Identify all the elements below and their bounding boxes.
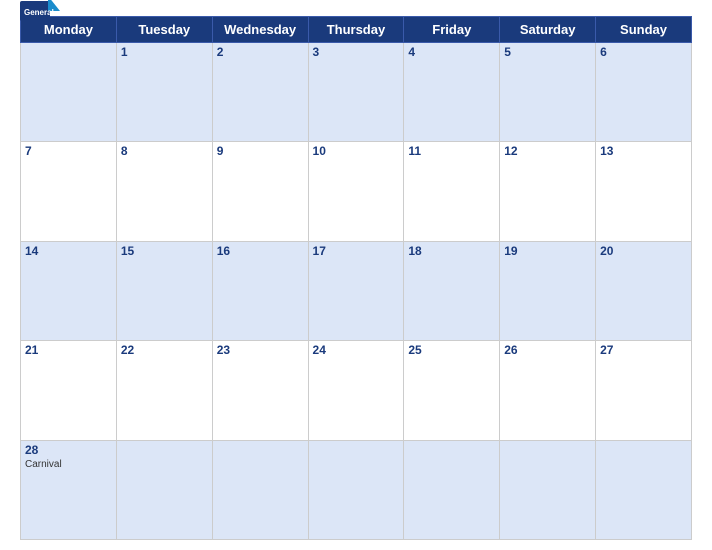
day-number: 11: [408, 144, 495, 158]
calendar-cell: 6: [596, 43, 692, 142]
calendar-cell: 15: [116, 241, 212, 340]
day-number: 17: [313, 244, 400, 258]
day-number: 19: [504, 244, 591, 258]
calendar-week-1: 123456: [21, 43, 692, 142]
calendar-week-2: 789 10 11 12 13: [21, 142, 692, 241]
calendar-cell: 22: [116, 341, 212, 440]
calendar-cell: [212, 440, 308, 539]
day-number: 6: [600, 45, 687, 59]
weekday-header-sunday: Sunday: [596, 17, 692, 43]
calendar-cell: 17: [308, 241, 404, 340]
calendar-cell: 10: [308, 142, 404, 241]
calendar-cell: 13: [596, 142, 692, 241]
day-number: 9: [217, 144, 304, 158]
event-label: Carnival: [25, 459, 112, 470]
day-number: 14: [25, 244, 112, 258]
calendar-cell: 5: [500, 43, 596, 142]
day-number: 22: [121, 343, 208, 357]
calendar-cell: 18: [404, 241, 500, 340]
calendar-cell: 19: [500, 241, 596, 340]
weekday-header-thursday: Thursday: [308, 17, 404, 43]
day-number: 27: [600, 343, 687, 357]
calendar-cell: 2: [212, 43, 308, 142]
day-number: 10: [313, 144, 400, 158]
calendar-cell: [21, 43, 117, 142]
calendar-cell: 8: [116, 142, 212, 241]
calendar-week-4: 21 22 23 24 25 26 27: [21, 341, 692, 440]
logo: General: [20, 0, 56, 24]
day-number: 13: [600, 144, 687, 158]
calendar-week-5: 28 Carnival: [21, 440, 692, 539]
calendar-cell: 9: [212, 142, 308, 241]
calendar-cell: [308, 440, 404, 539]
day-number: 5: [504, 45, 591, 59]
calendar-header-row: MondayTuesdayWednesdayThursdayFridaySatu…: [21, 17, 692, 43]
logo-icon: General: [20, 0, 56, 24]
calendar-cell: 27: [596, 341, 692, 440]
calendar-cell: 20: [596, 241, 692, 340]
day-number: 15: [121, 244, 208, 258]
calendar-cell: 28 Carnival: [21, 440, 117, 539]
calendar-cell: 12: [500, 142, 596, 241]
day-number: 2: [217, 45, 304, 59]
calendar-table: MondayTuesdayWednesdayThursdayFridaySatu…: [20, 16, 692, 540]
calendar-cell: 11: [404, 142, 500, 241]
calendar-cell: 4: [404, 43, 500, 142]
day-number: 7: [25, 144, 112, 158]
calendar-cell: 25: [404, 341, 500, 440]
calendar-cell: 14: [21, 241, 117, 340]
day-number: 16: [217, 244, 304, 258]
day-number: 21: [25, 343, 112, 357]
calendar-cell: 24: [308, 341, 404, 440]
day-number: 23: [217, 343, 304, 357]
day-number: 18: [408, 244, 495, 258]
calendar-cell: [596, 440, 692, 539]
day-number: 26: [504, 343, 591, 357]
weekday-header-friday: Friday: [404, 17, 500, 43]
calendar-cell: [116, 440, 212, 539]
calendar-cell: [404, 440, 500, 539]
day-number: 25: [408, 343, 495, 357]
day-number: 24: [313, 343, 400, 357]
day-number: 3: [313, 45, 400, 59]
calendar-cell: [500, 440, 596, 539]
calendar-cell: 26: [500, 341, 596, 440]
calendar-cell: 23: [212, 341, 308, 440]
weekday-header-tuesday: Tuesday: [116, 17, 212, 43]
weekday-header-saturday: Saturday: [500, 17, 596, 43]
calendar-cell: 7: [21, 142, 117, 241]
day-number: 28: [25, 443, 112, 457]
day-number: 1: [121, 45, 208, 59]
svg-text:General: General: [24, 8, 54, 17]
day-number: 4: [408, 45, 495, 59]
calendar-cell: 3: [308, 43, 404, 142]
day-number: 20: [600, 244, 687, 258]
calendar-cell: 16: [212, 241, 308, 340]
day-number: 8: [121, 144, 208, 158]
calendar-cell: 21: [21, 341, 117, 440]
day-number: 12: [504, 144, 591, 158]
calendar-week-3: 14 15 16 17 18 19 20: [21, 241, 692, 340]
weekday-header-wednesday: Wednesday: [212, 17, 308, 43]
calendar-cell: 1: [116, 43, 212, 142]
